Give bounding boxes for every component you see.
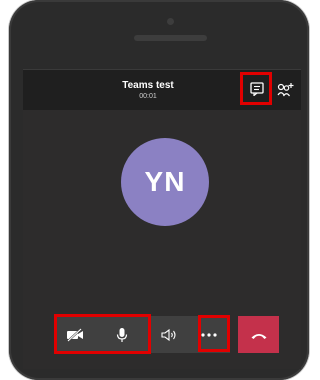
speaker-icon [160,328,178,342]
more-options-button[interactable] [187,316,230,353]
more-options-icon [200,332,217,337]
call-duration: 00:01 [139,93,157,100]
speaker-button[interactable] [151,316,187,353]
microphone-button[interactable] [93,316,151,353]
participant-avatar: YN [121,138,209,226]
microphone-icon [116,327,128,343]
hang-up-icon [250,330,268,340]
camera-toggle-button[interactable] [56,316,93,353]
video-off-icon [66,327,84,342]
add-people-icon[interactable] [277,82,295,98]
earpiece-speaker [134,35,207,41]
call-header: Teams test 00:01 [23,69,301,110]
chat-icon[interactable] [250,82,264,96]
call-title: Teams test [122,80,174,91]
hang-up-button[interactable] [238,316,279,353]
call-screen: Teams test 00:01 YN [23,69,301,369]
front-camera [167,18,174,25]
